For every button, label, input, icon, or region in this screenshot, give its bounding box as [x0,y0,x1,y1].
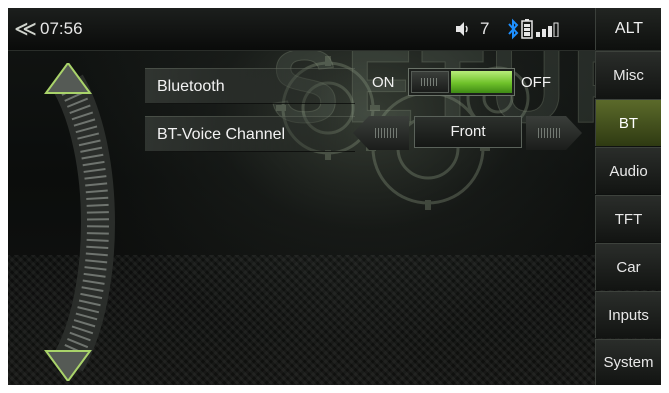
signal-bars-icon [536,22,559,37]
nav-item-system[interactable]: System [595,339,661,385]
grip-icon [538,128,560,138]
bluetooth-off-label: OFF [521,74,551,91]
grip-icon [375,128,397,138]
bluetooth-toggle[interactable] [408,68,515,96]
volume-level: 7 [480,19,490,38]
bluetooth-row-label: Bluetooth [145,68,355,104]
toggle-fill [451,71,512,93]
grip-icon [421,78,439,86]
bluetooth-on-label: ON [372,74,395,91]
battery-icon [521,19,533,39]
scroll-wheel[interactable] [28,63,138,381]
nav-item-bt[interactable]: BT [595,99,661,146]
alt-button[interactable]: ALT [595,8,661,50]
status-bar: ≪ 07:56 7 ALT [8,8,661,51]
toggle-knob[interactable] [411,71,449,93]
nav-item-audio[interactable]: Audio [595,147,661,194]
nav-item-misc[interactable]: Misc [595,51,661,98]
voice-channel-row-label: BT-Voice Channel [145,116,355,152]
nav-item-tft[interactable]: TFT [595,195,661,242]
clock: 07:56 [40,19,83,38]
bluetooth-icon [508,18,519,40]
head-unit-screen: SETUP ≪ 07:56 7 ALT [8,8,661,385]
back-icon[interactable]: ≪ [14,18,37,40]
side-nav: Misc BT Audio TFT Car Inputs System [595,51,661,385]
nav-item-inputs[interactable]: Inputs [595,291,661,338]
speaker-icon [456,22,468,36]
voice-channel-value: Front [414,116,522,148]
nav-item-car[interactable]: Car [595,243,661,290]
